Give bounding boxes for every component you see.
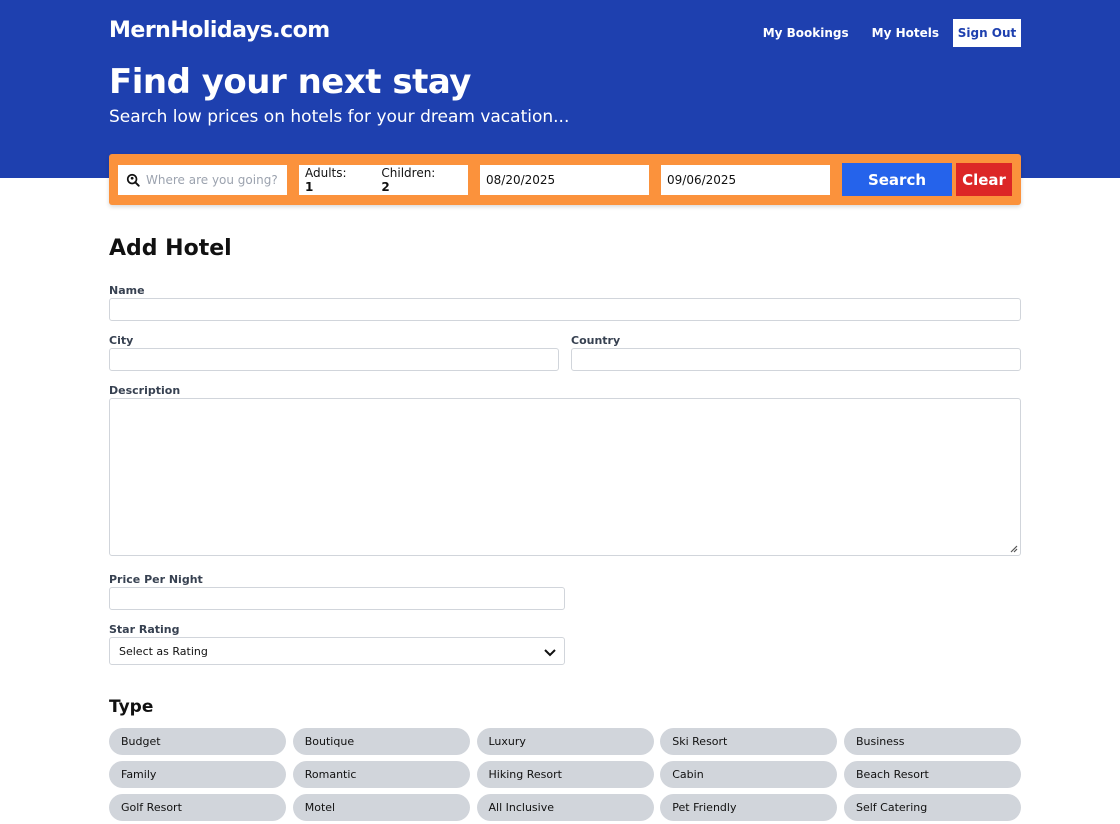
price-input[interactable]	[109, 587, 565, 610]
type-option-boutique[interactable]: Boutique	[292, 728, 470, 755]
page-title: Add Hotel	[109, 236, 232, 261]
type-option-luxury[interactable]: Luxury	[476, 728, 654, 755]
type-option-budget[interactable]: Budget	[109, 728, 286, 755]
type-option-pet-friendly[interactable]: Pet Friendly	[660, 794, 838, 821]
search-bar: Where are you going? Adults: 1 Children:…	[109, 154, 1021, 205]
type-option-all-inclusive[interactable]: All Inclusive	[476, 794, 654, 821]
type-option-business[interactable]: Business	[844, 728, 1021, 755]
type-options: Budget Boutique Luxury Ski Resort Business Fa…	[109, 728, 1021, 821]
type-section-title: Type	[109, 697, 154, 717]
check-in-date-input[interactable]: 08/20/2025	[480, 165, 649, 195]
sign-out-button[interactable]: Sign Out	[953, 19, 1021, 47]
nav-my-bookings[interactable]: My Bookings	[763, 26, 849, 40]
type-option-motel[interactable]: Motel	[292, 794, 470, 821]
star-rating-value: Select as Rating	[119, 644, 208, 658]
hero-banner: MernHolidays.com My Bookings My Hotels S…	[0, 0, 1120, 178]
hero-title: Find your next stay	[109, 62, 471, 102]
destination-placeholder: Where are you going?	[146, 173, 278, 187]
city-label: City	[109, 334, 134, 347]
star-rating-label: Star Rating	[109, 623, 180, 636]
adults-group[interactable]: Adults: 1	[305, 166, 349, 194]
search-button[interactable]: Search	[842, 163, 952, 196]
guests-field[interactable]: Adults: 1 Children: 2	[299, 165, 468, 195]
destination-input[interactable]: Where are you going?	[118, 165, 287, 195]
chevron-down-icon	[544, 649, 556, 657]
brand-logo[interactable]: MernHolidays.com	[109, 18, 330, 43]
type-option-golf-resort[interactable]: Golf Resort	[109, 794, 286, 821]
children-value: 2	[381, 180, 390, 194]
description-label: Description	[109, 384, 181, 397]
description-textarea[interactable]	[109, 398, 1021, 556]
type-option-hiking-resort[interactable]: Hiking Resort	[476, 761, 654, 788]
name-input[interactable]	[109, 298, 1021, 321]
city-input[interactable]	[109, 348, 559, 371]
country-input[interactable]	[571, 348, 1021, 371]
adults-value: 1	[305, 180, 314, 194]
type-option-cabin[interactable]: Cabin	[660, 761, 838, 788]
resize-grip-icon[interactable]	[1008, 543, 1018, 553]
type-option-romantic[interactable]: Romantic	[292, 761, 470, 788]
adults-label: Adults:	[305, 166, 347, 180]
type-option-family[interactable]: Family	[109, 761, 286, 788]
check-out-date-input[interactable]: 09/06/2025	[661, 165, 830, 195]
nav-my-hotels[interactable]: My Hotels	[872, 26, 939, 40]
children-label: Children:	[381, 166, 436, 180]
hero-subtitle: Search low prices on hotels for your dre…	[109, 107, 570, 127]
clear-button[interactable]: Clear	[956, 163, 1012, 196]
star-rating-select[interactable]: Select as Rating	[109, 637, 565, 665]
location-search-icon	[126, 173, 140, 187]
price-label: Price Per Night	[109, 573, 203, 586]
type-option-ski-resort[interactable]: Ski Resort	[660, 728, 838, 755]
top-nav: My Bookings My Hotels Sign Out	[763, 19, 1021, 47]
type-option-beach-resort[interactable]: Beach Resort	[844, 761, 1021, 788]
name-label: Name	[109, 284, 145, 297]
children-group[interactable]: Children: 2	[381, 166, 436, 194]
country-label: Country	[571, 334, 621, 347]
type-option-self-catering[interactable]: Self Catering	[844, 794, 1021, 821]
